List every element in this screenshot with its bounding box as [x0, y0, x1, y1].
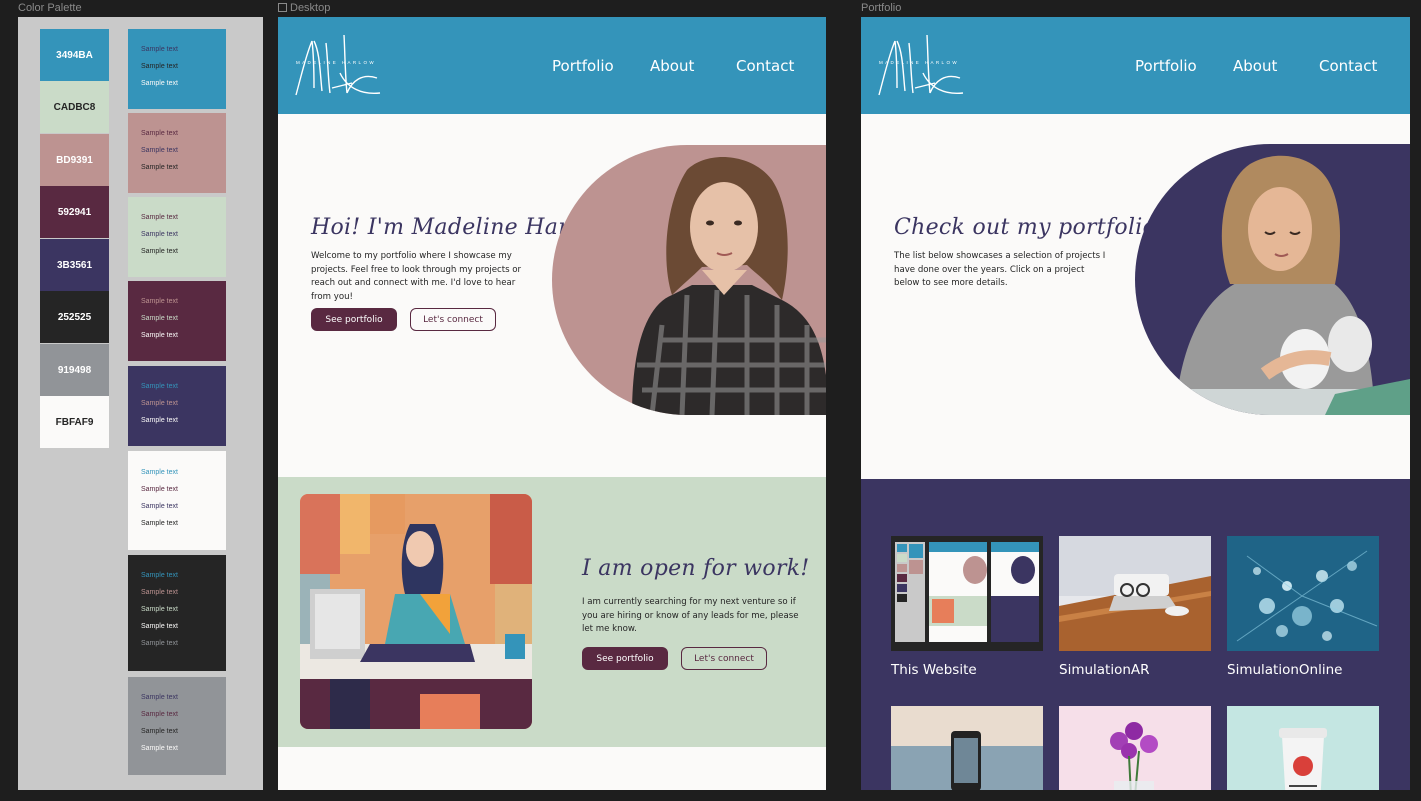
- project-thumbnail-art: [1059, 536, 1211, 651]
- nav-contact[interactable]: Contact: [736, 57, 794, 75]
- sample-text: Sample text: [141, 315, 178, 322]
- swatch-3494ba[interactable]: 3494BA: [40, 29, 109, 81]
- project-title: This Website: [891, 662, 977, 678]
- swatch-919498[interactable]: 919498: [40, 344, 109, 396]
- logo-mark-icon: [878, 34, 964, 96]
- sample-text: Sample text: [141, 147, 178, 154]
- sample-text: Sample text: [141, 589, 178, 596]
- sample-text: Sample text: [141, 214, 178, 221]
- frame-label-text: Desktop: [290, 2, 331, 14]
- sample-card-indigo[interactable]: Sample text Sample text Sample text: [128, 366, 226, 446]
- swatch-3b3561[interactable]: 3B3561: [40, 239, 109, 291]
- sample-text: Sample text: [141, 728, 178, 735]
- site-header: MADELINE HARLOW Portfolio About Contact: [861, 17, 1410, 114]
- sample-text: Sample text: [141, 417, 178, 424]
- nav-about[interactable]: About: [1233, 57, 1277, 75]
- sample-text: Sample text: [141, 469, 178, 476]
- sample-text: Sample text: [141, 520, 178, 527]
- project-thumbnail-art: [1059, 706, 1211, 790]
- portfolio-hero-photo: [1135, 144, 1410, 415]
- sample-text: Sample text: [141, 383, 178, 390]
- hero-photo: [552, 145, 826, 415]
- sample-card-gray[interactable]: Sample text Sample text Sample text Samp…: [128, 677, 226, 775]
- project-thumbnail: [891, 536, 1043, 651]
- sample-text: Sample text: [141, 623, 178, 630]
- sample-text: Sample text: [141, 46, 178, 53]
- project-thumbnail: [1227, 536, 1379, 651]
- frame-label-desktop[interactable]: Desktop: [278, 2, 330, 14]
- lets-connect-button[interactable]: Let's connect: [410, 308, 496, 331]
- color-palette-frame[interactable]: 3494BA CADBC8 BD9391 592941 3B3561 25252…: [18, 17, 263, 790]
- frame-label-color-palette[interactable]: Color Palette: [18, 2, 82, 14]
- sample-text: Sample text: [141, 298, 178, 305]
- nav-about[interactable]: About: [650, 57, 694, 75]
- portrait-image: [632, 157, 826, 415]
- illustration-image: [300, 494, 532, 729]
- nav-contact[interactable]: Contact: [1319, 57, 1377, 75]
- projects-section: This Website SimulationAR SimulationOnli…: [861, 479, 1410, 790]
- illustration-art: [300, 494, 532, 729]
- swatch-fbfaf9[interactable]: FBFAF9: [40, 396, 109, 448]
- work-lets-connect-button[interactable]: Let's connect: [681, 647, 767, 670]
- frame-label-portfolio[interactable]: Portfolio: [861, 2, 901, 14]
- site-header: MADELINE HARLOW Portfolio About Contact: [278, 17, 826, 114]
- project-thumbnail: [891, 706, 1043, 790]
- work-see-portfolio-button[interactable]: See portfolio: [582, 647, 668, 670]
- sample-card-plum[interactable]: Sample text Sample text Sample text: [128, 281, 226, 361]
- sample-card-blue[interactable]: Sample text Sample text Sample text: [128, 29, 226, 109]
- project-title: SimulationAR: [1059, 662, 1150, 678]
- open-for-work-text: I am currently searching for my next ven…: [582, 597, 799, 634]
- sample-text: Sample text: [141, 572, 178, 579]
- sample-text: Sample text: [141, 400, 178, 407]
- desktop-frame[interactable]: MADELINE HARLOW Portfolio About Contact …: [278, 17, 826, 790]
- sample-card-rose[interactable]: Sample text Sample text Sample text: [128, 113, 226, 193]
- logo-text: MADELINE HARLOW: [296, 60, 377, 65]
- portfolio-hero-title: Check out my portfolio: [894, 215, 1157, 240]
- sample-text: Sample text: [141, 606, 178, 613]
- open-for-work-section: I am open for work! I am currently searc…: [278, 477, 826, 747]
- portfolio-hero-text: The list below showcases a selection of …: [894, 251, 1106, 288]
- swatch-592941[interactable]: 592941: [40, 186, 109, 238]
- project-thumbnail-art: [1227, 706, 1379, 790]
- swatch-cadbc8[interactable]: CADBC8: [40, 81, 109, 133]
- sample-text: Sample text: [141, 80, 178, 87]
- sample-text: Sample text: [141, 332, 178, 339]
- logo[interactable]: MADELINE HARLOW: [292, 33, 382, 99]
- project-thumbnail-art: [891, 706, 1043, 790]
- hero-text: Welcome to my portfolio where I showcase…: [311, 251, 522, 302]
- project-title: SimulationOnline: [1227, 662, 1343, 678]
- project-thumbnail-art: [1227, 536, 1379, 651]
- see-portfolio-button[interactable]: See portfolio: [311, 308, 397, 331]
- swatch-252525[interactable]: 252525: [40, 291, 109, 343]
- sample-text: Sample text: [141, 503, 178, 510]
- sample-text: Sample text: [141, 745, 178, 752]
- logo-mark-icon: [295, 34, 381, 96]
- sample-text: Sample text: [141, 248, 178, 255]
- nav-portfolio[interactable]: Portfolio: [552, 57, 614, 75]
- portfolio-frame[interactable]: MADELINE HARLOW Portfolio About Contact …: [861, 17, 1410, 790]
- sample-text: Sample text: [141, 486, 178, 493]
- sample-card-sage[interactable]: Sample text Sample text Sample text: [128, 197, 226, 277]
- sample-text: Sample text: [141, 694, 178, 701]
- logo-text: MADELINE HARLOW: [879, 60, 960, 65]
- sample-text: Sample text: [141, 130, 178, 137]
- sample-text: Sample text: [141, 711, 178, 718]
- project-thumbnail: [1059, 536, 1211, 651]
- nav-portfolio[interactable]: Portfolio: [1135, 57, 1197, 75]
- project-thumbnail-art: [895, 542, 1039, 642]
- swatch-bd9391[interactable]: BD9391: [40, 134, 109, 186]
- frame-icon: [278, 3, 287, 12]
- logo[interactable]: MADELINE HARLOW: [875, 33, 965, 99]
- open-for-work-title: I am open for work!: [582, 556, 810, 581]
- sample-text: Sample text: [141, 231, 178, 238]
- sample-card-white[interactable]: Sample text Sample text Sample text Samp…: [128, 451, 226, 550]
- sample-text: Sample text: [141, 63, 178, 70]
- project-thumbnail: [1059, 706, 1211, 790]
- sample-card-dark[interactable]: Sample text Sample text Sample text Samp…: [128, 555, 226, 671]
- portrait-image: [1135, 155, 1410, 415]
- sample-text: Sample text: [141, 164, 178, 171]
- project-thumbnail: [1227, 706, 1379, 790]
- sample-text: Sample text: [141, 640, 178, 647]
